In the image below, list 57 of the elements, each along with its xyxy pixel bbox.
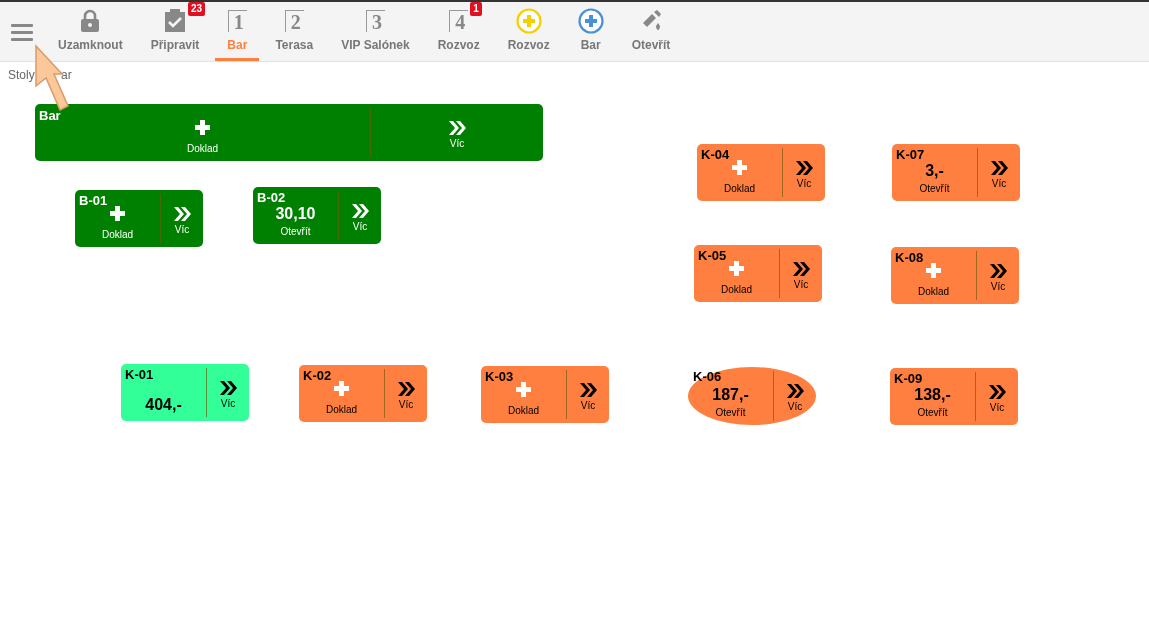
table-name: B-01 bbox=[79, 193, 108, 208]
double-chevron-icon bbox=[448, 119, 466, 136]
plus-icon bbox=[732, 160, 747, 175]
table-name: K-08 bbox=[895, 250, 924, 265]
table-name: Bar bbox=[39, 108, 61, 123]
clipboard-check-icon bbox=[164, 9, 186, 33]
double-chevron-icon bbox=[786, 383, 804, 399]
more-button[interactable]: Víc bbox=[773, 371, 816, 421]
toolbar-tab[interactable]: Uzamknout bbox=[46, 2, 135, 61]
double-chevron-icon bbox=[990, 159, 1008, 176]
double-chevron-icon bbox=[351, 202, 369, 219]
lock-icon bbox=[80, 9, 101, 33]
more-button[interactable]: Víc bbox=[566, 370, 609, 419]
plus-icon bbox=[729, 261, 744, 276]
table-name: B-02 bbox=[257, 190, 286, 205]
toolbar-tab[interactable]: 3 VIP Salónek bbox=[329, 2, 422, 61]
toolbar-tab[interactable]: 23 Připravit bbox=[138, 2, 212, 61]
double-chevron-icon bbox=[792, 260, 810, 277]
double-chevron-icon bbox=[173, 205, 191, 222]
toolbar-tab[interactable]: 2 Terasa bbox=[263, 2, 326, 61]
more-button[interactable]: Víc bbox=[206, 368, 249, 417]
plus-icon bbox=[110, 206, 125, 221]
double-chevron-icon bbox=[397, 380, 415, 397]
more-button[interactable]: Víc bbox=[976, 251, 1019, 300]
more-button[interactable]: Víc bbox=[370, 108, 543, 157]
more-button[interactable]: Víc bbox=[338, 191, 381, 240]
table-name: K-01 bbox=[125, 367, 154, 382]
plus-icon bbox=[926, 263, 941, 278]
table-name: K-03 bbox=[485, 369, 514, 384]
plus-icon bbox=[334, 381, 349, 396]
double-chevron-icon bbox=[579, 381, 597, 398]
table-name: K-02 bbox=[303, 368, 332, 383]
table-name: K-07 bbox=[896, 147, 925, 162]
table-name: K-04 bbox=[701, 147, 730, 162]
more-button[interactable]: Víc bbox=[782, 148, 825, 197]
double-chevron-icon bbox=[219, 379, 237, 396]
more-button[interactable]: Víc bbox=[779, 249, 822, 298]
table-name: K-09 bbox=[894, 371, 923, 386]
breadcrumb-text: Stoly bbox=[8, 68, 35, 82]
breadcrumb-text: ar bbox=[61, 68, 72, 82]
more-button[interactable]: Víc bbox=[160, 194, 203, 243]
more-button[interactable]: Víc bbox=[977, 148, 1020, 197]
toolbar-tab[interactable]: Otevřít bbox=[619, 2, 683, 61]
count-badge: 1 bbox=[470, 2, 482, 16]
more-button[interactable]: Víc bbox=[975, 372, 1018, 421]
double-chevron-icon bbox=[989, 262, 1007, 279]
table-name: K-05 bbox=[698, 248, 727, 263]
double-chevron-icon bbox=[795, 159, 813, 176]
plus-icon bbox=[516, 382, 531, 397]
menu-icon bbox=[11, 22, 33, 41]
double-chevron-icon bbox=[988, 383, 1006, 400]
plus-icon bbox=[195, 120, 210, 135]
toolbar-tab[interactable]: Bar bbox=[565, 2, 616, 61]
more-button[interactable]: Víc bbox=[384, 369, 427, 418]
count-badge: 23 bbox=[188, 2, 206, 16]
toolbar-tab[interactable]: Rozvoz bbox=[495, 2, 562, 61]
toolbar-tab[interactable]: 4 1 Rozvoz bbox=[425, 2, 492, 61]
